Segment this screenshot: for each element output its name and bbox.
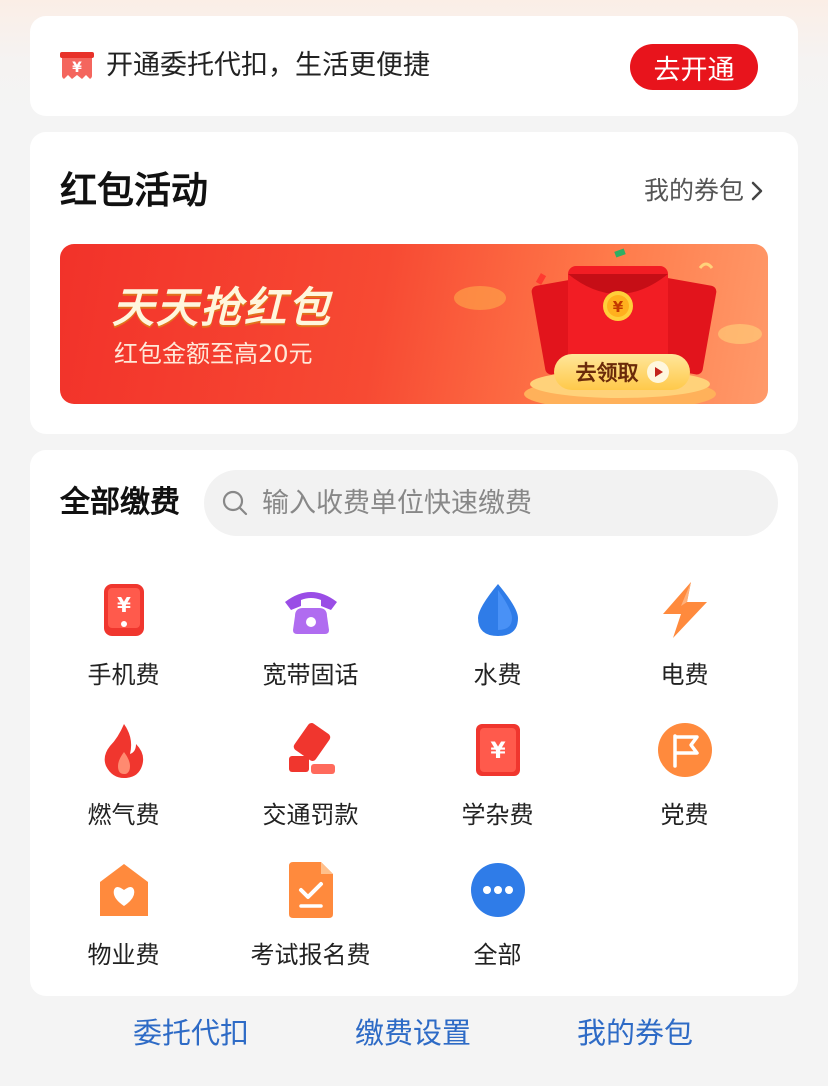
category-label: 交通罚款	[262, 801, 359, 829]
autopay-message: 开通委托代扣，生活更便捷	[106, 50, 430, 81]
my-coupons-label: 我的券包	[643, 176, 744, 205]
payments-card: 全部缴费 ¥ 手机费 宽带固话	[30, 450, 798, 996]
phone-bill-icon: ¥	[103, 584, 144, 636]
category-property[interactable]: 物业费	[30, 860, 217, 990]
category-exam-fee[interactable]: 考试报名费	[217, 860, 404, 990]
claim-label: 去领取	[575, 361, 639, 385]
svg-text:¥: ¥	[490, 739, 506, 764]
autopay-banner: ¥ 开通委托代扣，生活更便捷 去开通	[30, 16, 798, 116]
exam-document-icon	[288, 862, 333, 918]
search-icon	[222, 490, 248, 516]
banner-title: 天天抢红包	[112, 283, 333, 332]
payment-search-input[interactable]	[262, 487, 742, 519]
category-party-dues[interactable]: 党费	[591, 720, 778, 850]
category-label: 物业费	[87, 941, 160, 969]
category-traffic-fine[interactable]: 交通罚款	[217, 720, 404, 850]
chevron-right-icon	[751, 181, 763, 201]
category-broadband[interactable]: 宽带固话	[217, 580, 404, 710]
telephone-icon	[284, 592, 337, 634]
my-coupons-link[interactable]: 我的券包	[644, 174, 764, 208]
category-all[interactable]: 全部	[404, 860, 591, 990]
claim-redpacket-button[interactable]: 去领取	[554, 354, 690, 390]
traffic-fine-icon	[288, 723, 335, 774]
category-gas[interactable]: 燃气费	[30, 720, 217, 850]
category-label: 学杂费	[461, 801, 534, 829]
footer-payment-settings-link[interactable]: 缴费设置	[355, 1010, 471, 1056]
svg-text:¥: ¥	[72, 60, 82, 76]
payments-title: 全部缴费	[60, 485, 180, 520]
footer-autopay-link[interactable]: 委托代扣	[133, 1010, 249, 1056]
svg-text:¥: ¥	[613, 298, 624, 316]
party-flag-icon	[657, 723, 712, 777]
category-label: 考试报名费	[250, 941, 371, 969]
enable-autopay-button[interactable]: 去开通	[630, 44, 758, 90]
footer-my-coupons-link[interactable]: 我的券包	[577, 1010, 693, 1056]
category-label: 全部	[473, 941, 522, 969]
category-mobile-bill[interactable]: ¥ 手机费	[30, 580, 217, 710]
svg-text:¥: ¥	[117, 593, 131, 617]
daily-redpacket-banner[interactable]: ¥ 天天抢红包 红包金额至高20元 去领取	[60, 244, 768, 404]
flame-icon	[104, 724, 143, 778]
redpacket-card: 红包活动 我的券包 ¥ 天天抢红包 红包金额至高20元 去领取	[30, 132, 798, 434]
ticket-yuan-icon: ¥	[60, 52, 94, 79]
payment-search-bar[interactable]	[204, 470, 778, 536]
category-water[interactable]: 水费	[404, 580, 591, 710]
water-drop-icon	[477, 584, 518, 636]
category-tuition[interactable]: ¥ 学杂费	[404, 720, 591, 850]
category-label: 宽带固话	[262, 661, 359, 689]
lightning-icon	[662, 582, 707, 638]
category-label: 党费	[660, 801, 709, 829]
tuition-bill-icon: ¥	[475, 724, 520, 776]
house-heart-icon	[99, 864, 148, 916]
redpacket-title: 红包活动	[60, 169, 208, 212]
more-dots-icon	[470, 863, 525, 917]
category-label: 水费	[473, 661, 522, 689]
banner-subtitle: 红包金额至高20元	[114, 340, 313, 368]
category-label: 燃气费	[87, 801, 160, 829]
category-label: 电费	[660, 661, 709, 689]
category-electricity[interactable]: 电费	[591, 580, 778, 710]
category-label: 手机费	[87, 661, 160, 689]
play-icon	[646, 361, 669, 383]
